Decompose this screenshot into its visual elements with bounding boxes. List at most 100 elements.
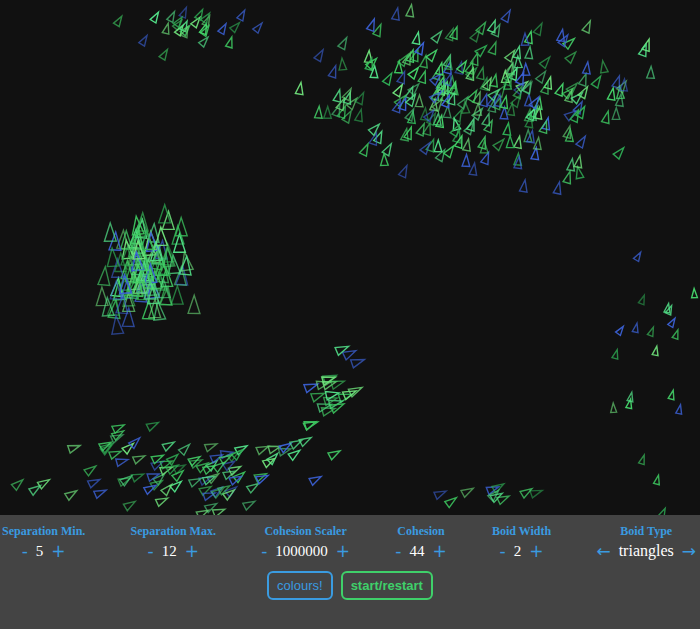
decrement-button[interactable]: - <box>500 541 506 561</box>
boid <box>415 95 423 107</box>
decrement-button[interactable]: - <box>148 541 154 561</box>
boid <box>139 265 151 284</box>
boid <box>174 234 186 252</box>
boid <box>406 5 414 17</box>
increment-button[interactable]: + <box>529 541 543 561</box>
boid <box>436 115 443 127</box>
boids-layer <box>0 0 700 515</box>
boid <box>212 488 224 498</box>
boid <box>539 121 546 133</box>
boid <box>520 180 528 192</box>
boid <box>408 84 419 95</box>
boid <box>109 451 121 459</box>
boid <box>638 295 644 305</box>
boid <box>523 82 532 94</box>
boid <box>159 50 167 61</box>
boid <box>513 87 521 99</box>
boid <box>449 82 456 94</box>
boid <box>116 459 128 466</box>
boid <box>144 485 156 494</box>
next-button[interactable]: → <box>682 541 696 561</box>
control-value: 5 <box>36 541 44 561</box>
control-label: Boid Type <box>620 523 672 539</box>
control-panel: Separation Min.-5+Separation Max.-12+Coh… <box>0 515 700 629</box>
boid <box>474 103 482 115</box>
decrement-button[interactable]: - <box>22 541 28 561</box>
control-value: 44 <box>409 541 424 561</box>
decrement-button[interactable]: - <box>395 541 401 561</box>
boid <box>527 131 534 143</box>
start-restart-button[interactable]: start/restart <box>341 571 433 600</box>
boid <box>147 474 159 481</box>
increment-button[interactable]: + <box>432 541 446 561</box>
boid <box>175 267 187 286</box>
boid <box>161 484 172 495</box>
boid <box>515 56 523 68</box>
boid <box>199 487 211 496</box>
boid <box>167 455 178 466</box>
boid <box>112 425 124 433</box>
simulation-canvas <box>0 0 700 515</box>
boid <box>574 156 582 168</box>
boid <box>483 78 492 90</box>
boid <box>121 231 133 249</box>
boid <box>399 166 407 178</box>
boid <box>503 123 511 135</box>
boid <box>502 71 510 83</box>
boid <box>579 74 586 86</box>
boid <box>506 136 514 148</box>
boid <box>133 241 145 259</box>
boid <box>151 242 163 260</box>
boid <box>102 298 114 317</box>
increment-button[interactable]: + <box>185 541 199 561</box>
boid <box>189 479 201 487</box>
colours-button[interactable]: colours! <box>267 571 333 600</box>
boid <box>98 267 110 286</box>
boid <box>122 443 133 454</box>
boid <box>12 480 23 491</box>
boid <box>558 35 568 47</box>
decrement-button[interactable]: - <box>261 541 267 561</box>
boid <box>144 281 156 299</box>
boid <box>520 489 532 498</box>
boid <box>278 449 290 456</box>
boid <box>534 137 542 149</box>
boid <box>229 476 241 484</box>
boid <box>620 79 628 91</box>
boid <box>525 116 532 128</box>
boid <box>370 66 378 78</box>
increment-button[interactable]: + <box>336 541 350 561</box>
boid <box>220 455 232 464</box>
boid <box>107 248 119 267</box>
boid <box>263 459 275 468</box>
boid <box>563 171 570 183</box>
prev-button[interactable]: ← <box>596 541 610 561</box>
boid <box>565 52 576 63</box>
boid <box>256 475 268 483</box>
boid <box>311 393 325 402</box>
control: Separation Max.-12+ <box>131 523 216 561</box>
boid <box>408 68 418 80</box>
boid <box>172 471 183 482</box>
control-label: Separation Min. <box>2 523 85 539</box>
boid <box>348 387 362 396</box>
boid <box>676 405 682 415</box>
boid <box>647 66 655 78</box>
stepper: -44 + <box>395 541 446 561</box>
boid <box>170 481 181 492</box>
boid <box>477 68 484 80</box>
boid <box>692 289 698 298</box>
increment-button[interactable]: + <box>51 541 65 561</box>
boid <box>196 463 208 473</box>
boid <box>325 392 339 400</box>
boid <box>237 10 245 21</box>
boid <box>230 23 240 33</box>
boid <box>639 455 645 465</box>
boid <box>203 466 215 475</box>
boid <box>536 71 546 83</box>
boid <box>467 91 476 103</box>
boid <box>601 61 608 73</box>
boid <box>173 17 182 27</box>
boid <box>420 143 430 155</box>
boid <box>166 465 178 474</box>
